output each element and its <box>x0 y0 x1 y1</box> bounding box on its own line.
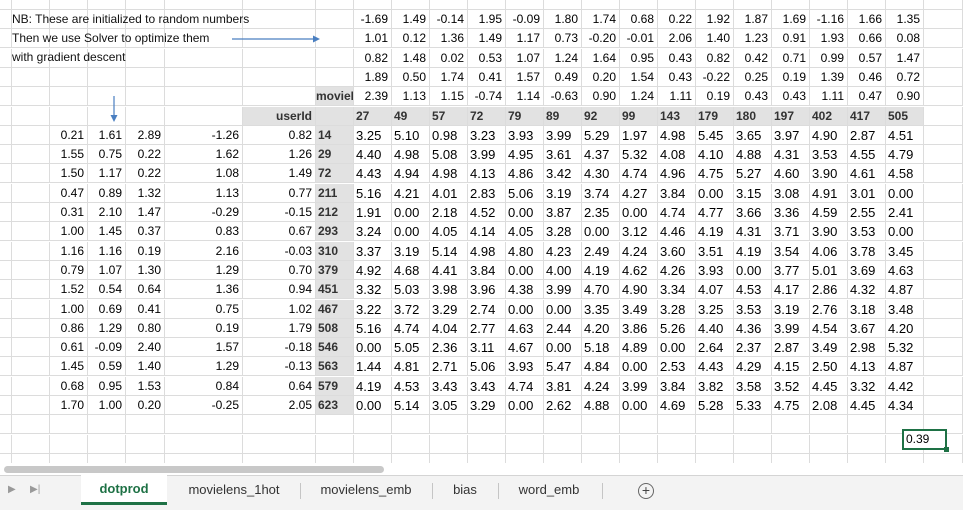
horizontal-scrollbar[interactable] <box>0 463 963 475</box>
selected-cell-value: 0.39 <box>906 432 930 446</box>
arrow-head-right-icon <box>313 35 320 43</box>
tab-dotprod[interactable]: dotprod <box>81 475 167 505</box>
selected-cell[interactable]: 0.39 <box>902 429 949 452</box>
scrollbar-thumb[interactable] <box>4 466 384 473</box>
tab-separator <box>432 483 433 499</box>
arrow-head-down-icon <box>110 115 118 122</box>
tab-separator <box>498 483 499 499</box>
tab-separator <box>602 483 603 499</box>
sheet-tab-bar: ▶ ▶| dotprod movielens_1hot movielens_em… <box>0 475 963 510</box>
tab-movielens-emb[interactable]: movielens_emb <box>304 476 428 504</box>
fill-handle[interactable] <box>944 447 949 452</box>
prev-sheet-icon[interactable]: ▶ <box>8 484 16 495</box>
tab-bias[interactable]: bias <box>436 476 494 504</box>
tab-movielens-1hot[interactable]: movielens_1hot <box>172 476 296 504</box>
tab-separator <box>300 483 301 499</box>
last-sheet-icon[interactable]: ▶| <box>30 484 40 495</box>
annotation-arrows <box>110 35 320 122</box>
add-sheet-icon[interactable]: + <box>638 483 654 499</box>
tab-word-emb[interactable]: word_emb <box>502 476 596 504</box>
